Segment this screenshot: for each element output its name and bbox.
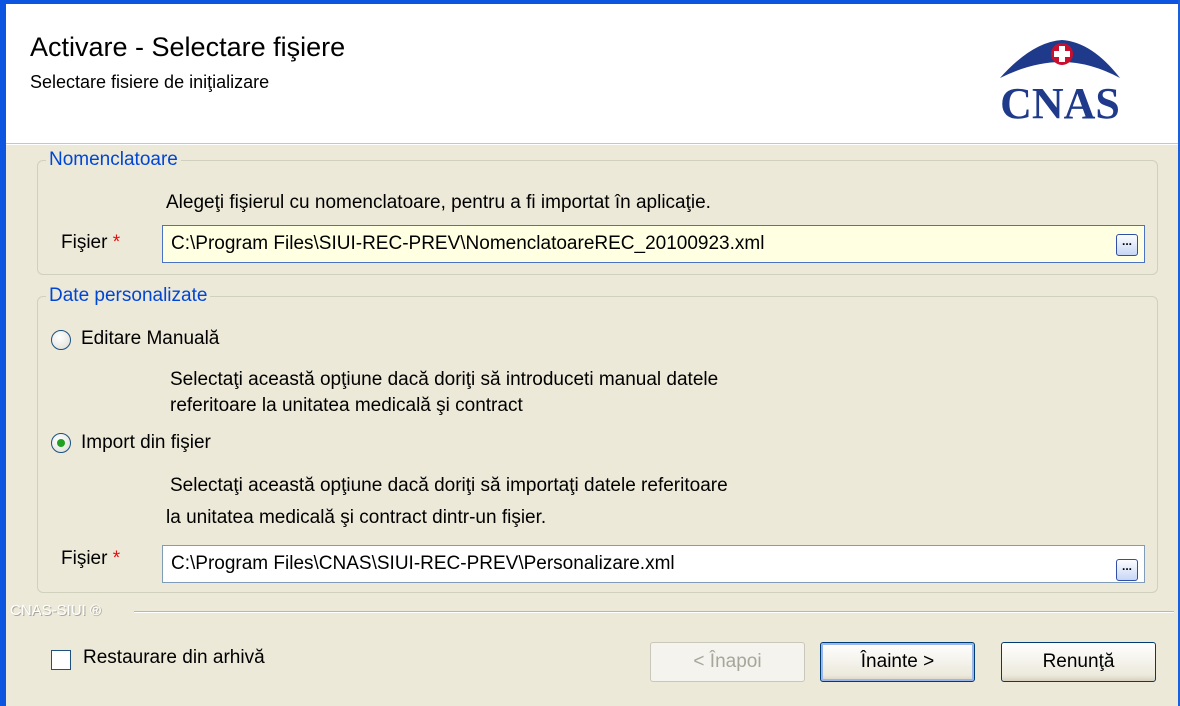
required-marker: * [112,232,121,253]
import-file-description-line2: la unitatea medicală şi contract dintr-u… [166,507,547,528]
restore-archive-label[interactable]: Restaurare din arhivă [83,647,265,669]
cnas-logo: CNAS [1000,40,1120,128]
nomenclatoare-browse-button[interactable]: ... [1116,234,1138,256]
restore-archive-checkbox[interactable] [51,650,71,670]
wizard-header: Activare - Selectare fişiere Selectare f… [6,4,1178,144]
import-file-label[interactable]: Import din fişier [81,432,211,454]
import-file-description-line1: Selectaţi această opţiune dacă doriţi să… [170,475,728,496]
cancel-button[interactable]: Renunţă [1001,642,1156,682]
personalized-file-input[interactable] [162,545,1145,583]
page-title: Activare - Selectare fişiere [30,32,346,62]
nomenclatoare-file-input[interactable] [162,225,1145,263]
manual-edit-description-line2: referitoare la unitatea medicală şi cont… [170,395,523,416]
brand-label: CNAS-SIUI ® [10,602,102,619]
manual-edit-label[interactable]: Editare Manuală [81,328,219,350]
nomenclatoare-file-label: Fişier * [61,232,121,253]
brand-divider: CNAS-SIUI ® [6,602,1178,619]
manual-edit-radio[interactable] [51,330,71,350]
personalized-data-legend: Date personalizate [49,285,208,306]
manual-edit-description-line1: Selectaţi această opţiune dacă doriţi să… [170,369,719,390]
brand-rule [134,611,1174,613]
next-button[interactable]: Înainte > [820,642,975,682]
back-button[interactable]: < Înapoi [650,642,805,682]
nomenclatoare-legend: Nomenclatoare [49,149,178,170]
personalized-file-label: Fişier * [61,548,121,569]
logo-text: CNAS [1000,79,1120,128]
page-subtitle: Selectare fisiere de iniţializare [30,72,270,92]
personalized-browse-button[interactable]: ... [1116,559,1138,581]
required-marker: * [112,548,121,569]
nomenclatoare-description: Alegeţi fişierul cu nomenclatoare, pentr… [166,192,711,213]
import-file-radio[interactable] [51,433,71,453]
wizard-body: Nomenclatoare Alegeţi fişierul cu nomenc… [6,145,1178,706]
radio-selected-dot [57,439,65,447]
